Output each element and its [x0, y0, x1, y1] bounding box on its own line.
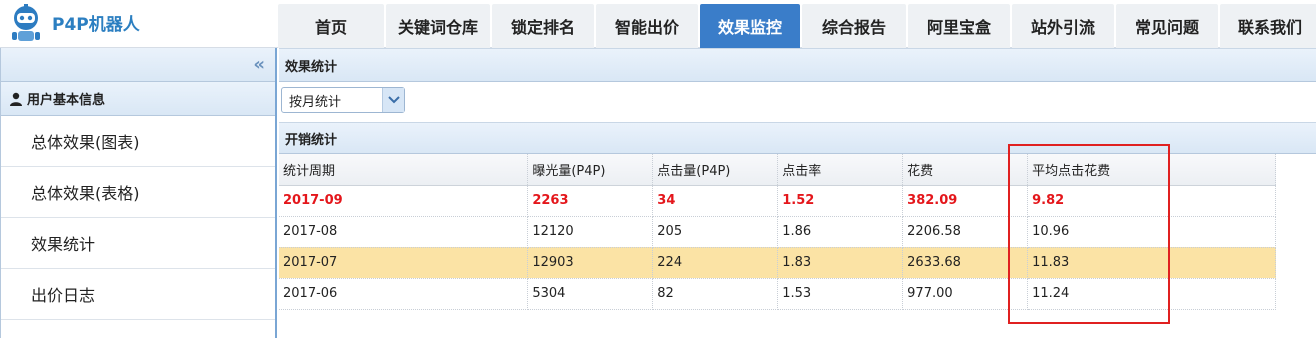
cell-clicks: 205	[652, 216, 779, 248]
cell-cost: 2633.68	[902, 247, 1029, 279]
period-select[interactable]: 按月统计	[281, 87, 405, 113]
cell-impressions: 5304	[527, 278, 654, 310]
nav-keyword-warehouse[interactable]: 关键词仓库	[386, 4, 490, 48]
cell-clicks: 34	[652, 185, 779, 217]
cost-stats-table: 统计周期 曝光量(P4P) 点击量(P4P) 点击率 花费 平均点击花费 201…	[279, 154, 1276, 310]
chevron-down-icon[interactable]	[382, 88, 404, 112]
table-row[interactable]: 2017-07 12903 224 1.83 2633.68 11.83	[279, 247, 1276, 279]
main-nav: 首页 关键词仓库 锁定排名 智能出价 效果监控 综合报告 阿里宝盒 站外引流 常…	[278, 4, 1316, 48]
nav-effect-monitoring[interactable]: 效果监控	[700, 4, 800, 48]
table-row[interactable]: 2017-09 2263 34 1.52 382.09 9.82	[279, 185, 1276, 217]
cell-cost: 382.09	[902, 185, 1029, 217]
cell-period: 2017-09	[279, 185, 529, 217]
cell-impressions: 2263	[527, 185, 654, 217]
table-row[interactable]: 2017-08 12120 205 1.86 2206.58 10.96	[279, 216, 1276, 248]
top-bar: P4P机器人 首页 关键词仓库 锁定排名 智能出价 效果监控 综合报告 阿里宝盒…	[0, 0, 1316, 48]
cell-avg-cpc: 11.24	[1027, 278, 1276, 310]
robot-logo-icon	[12, 4, 40, 41]
cell-period: 2017-07	[279, 247, 529, 279]
cell-ctr: 1.86	[777, 216, 904, 248]
cell-ctr: 1.53	[777, 278, 904, 310]
user-icon	[10, 92, 22, 106]
cell-clicks: 224	[652, 247, 779, 279]
col-clicks[interactable]: 点击量(P4P)	[652, 154, 779, 186]
col-avg-cpc[interactable]: 平均点击花费	[1027, 154, 1276, 186]
filter-row: 按月统计	[279, 82, 1316, 122]
period-select-value: 按月统计	[289, 94, 342, 110]
brand-name: P4P机器人	[52, 15, 140, 35]
double-chevron-left-icon[interactable]: «	[253, 54, 265, 75]
cell-cost: 2206.58	[902, 216, 1029, 248]
sidebar-header[interactable]: 用户基本信息	[1, 82, 275, 116]
cell-ctr: 1.52	[777, 185, 904, 217]
cell-impressions: 12903	[527, 247, 654, 279]
cell-avg-cpc: 10.96	[1027, 216, 1276, 248]
col-impressions[interactable]: 曝光量(P4P)	[527, 154, 654, 186]
nav-faq[interactable]: 常见问题	[1116, 4, 1218, 48]
col-period[interactable]: 统计周期	[279, 154, 529, 186]
nav-home[interactable]: 首页	[278, 4, 384, 48]
nav-ali-box[interactable]: 阿里宝盒	[908, 4, 1010, 48]
nav-smart-bidding[interactable]: 智能出价	[596, 4, 698, 48]
table-title: 开销统计	[279, 122, 1316, 154]
table-row[interactable]: 2017-06 5304 82 1.53 977.00 11.24	[279, 278, 1276, 310]
cell-impressions: 12120	[527, 216, 654, 248]
nav-summary-report[interactable]: 综合报告	[802, 4, 906, 48]
sidebar-collapse-bar: «	[1, 48, 275, 82]
cell-clicks: 82	[652, 278, 779, 310]
cell-ctr: 1.83	[777, 247, 904, 279]
table-header-row: 统计周期 曝光量(P4P) 点击量(P4P) 点击率 花费 平均点击花费	[279, 154, 1276, 186]
nav-external-traffic[interactable]: 站外引流	[1012, 4, 1114, 48]
nav-contact-us[interactable]: 联系我们	[1220, 4, 1316, 48]
sidebar-item-overall-table[interactable]: 总体效果(表格)	[1, 167, 275, 218]
cell-avg-cpc: 9.82	[1027, 185, 1276, 217]
sidebar-header-label: 用户基本信息	[27, 93, 106, 108]
nav-lock-ranking[interactable]: 锁定排名	[492, 4, 594, 48]
cell-cost: 977.00	[902, 278, 1029, 310]
sidebar-item-bid-log[interactable]: 出价日志	[1, 269, 275, 320]
sidebar: « 用户基本信息 总体效果(图表) 总体效果(表格) 效果统计 出价日志	[0, 48, 277, 338]
col-cost[interactable]: 花费	[902, 154, 1029, 186]
cell-period: 2017-06	[279, 278, 529, 310]
panel-title: 效果统计	[279, 48, 1316, 82]
sidebar-item-effect-stats[interactable]: 效果统计	[1, 218, 275, 269]
cell-avg-cpc: 11.83	[1027, 247, 1276, 279]
main-content: 效果统计 按月统计 开销统计 统计周期 曝光量(P4P) 点击量(P4P) 点击…	[279, 48, 1316, 338]
sidebar-item-overall-chart[interactable]: 总体效果(图表)	[1, 116, 275, 167]
col-ctr[interactable]: 点击率	[777, 154, 904, 186]
cell-period: 2017-08	[279, 216, 529, 248]
logo[interactable]: P4P机器人	[0, 0, 276, 48]
